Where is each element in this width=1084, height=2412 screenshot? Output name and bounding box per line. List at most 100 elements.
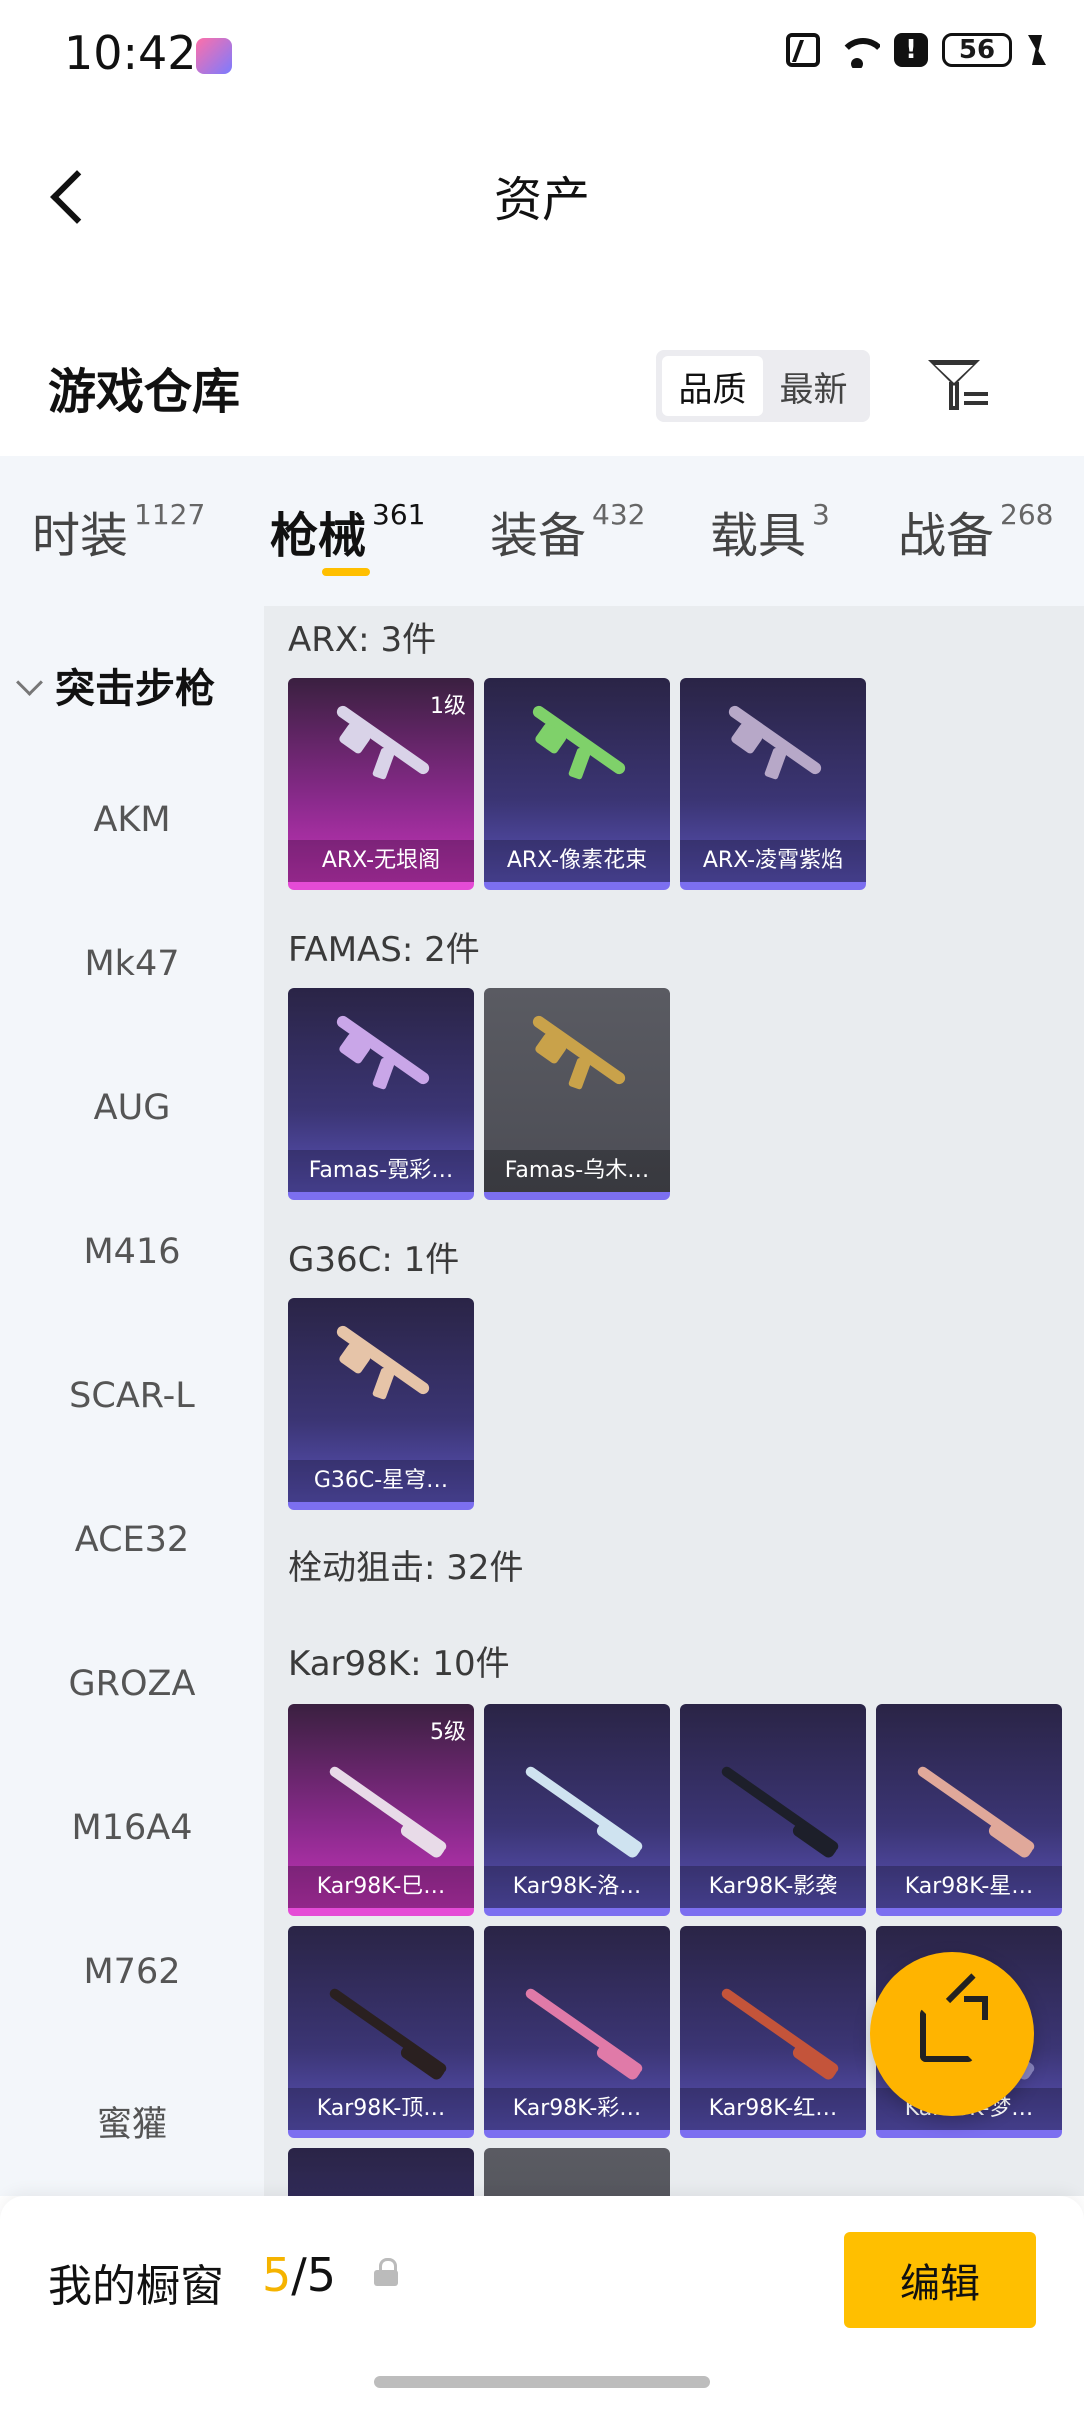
showcase-separator: /	[291, 2248, 307, 2302]
showcase-label: 我的橱窗	[48, 2261, 224, 2312]
showcase-current: 5	[262, 2248, 292, 2302]
status-bar: 10:42 ! 56	[0, 0, 1084, 110]
home-indicator	[374, 2376, 710, 2388]
item-card[interactable]: Famas-乌木…	[484, 988, 670, 1200]
sidebar-item-m762[interactable]: M762	[0, 1952, 264, 1992]
showcase-count: 5/5	[262, 2248, 336, 2302]
share-button[interactable]	[870, 1952, 1034, 2116]
filter-button[interactable]	[924, 354, 994, 420]
tab-label: 时装	[32, 508, 129, 564]
app-notification-icon	[196, 38, 232, 74]
weapon-image	[530, 1013, 628, 1087]
level-badge: 5级	[430, 1720, 466, 1745]
charging-icon	[1026, 33, 1046, 67]
item-name: Kar98K-红…	[680, 2088, 866, 2130]
item-name: Kar98K-影袭	[680, 1866, 866, 1908]
tab-firearms[interactable]: 枪械 361	[270, 496, 425, 566]
tab-count: 3	[812, 498, 830, 531]
item-card[interactable]: ARX-像素花束	[484, 678, 670, 890]
group-label-kar98k: Kar98K: 10件	[288, 1644, 510, 1684]
item-name: ARX-凌霄紫焰	[680, 840, 866, 882]
item-name: Kar98K-彩…	[484, 2088, 670, 2130]
tab-combat-gear[interactable]: 战备 268	[898, 496, 1053, 566]
item-card[interactable]: G36C-星穹…	[288, 1298, 474, 1510]
item-name: Famas-乌木…	[484, 1150, 670, 1192]
weapon-image	[523, 1764, 645, 1854]
item-card[interactable]	[484, 2148, 670, 2196]
tab-count: 268	[1000, 498, 1054, 531]
lock-icon	[374, 2258, 398, 2288]
weapon-image	[726, 703, 824, 777]
weapon-image	[530, 703, 628, 777]
weapon-image	[327, 1986, 449, 2076]
sidebar-item-m16a4[interactable]: M16A4	[0, 1808, 264, 1848]
alert-icon: !	[894, 33, 928, 67]
sidebar-category-label: 突击步枪	[55, 666, 215, 712]
sort-quality[interactable]: 品质	[662, 356, 763, 416]
item-card[interactable]: 1级 ARX-无垠阁	[288, 678, 474, 890]
edit-button[interactable]: 编辑	[844, 2232, 1036, 2328]
battery-indicator: 56	[942, 33, 1012, 67]
item-name: Kar98K-星…	[876, 1866, 1062, 1908]
item-card[interactable]: Kar98K-彩…	[484, 1926, 670, 2138]
sort-latest[interactable]: 最新	[763, 356, 864, 416]
wifi-icon	[834, 32, 880, 68]
item-card[interactable]: Kar98K-顶…	[288, 1926, 474, 2138]
item-card[interactable]: 5级 Kar98K-巳…	[288, 1704, 474, 1916]
item-card[interactable]: Kar98K-洛…	[484, 1704, 670, 1916]
tab-count: 361	[372, 498, 426, 531]
item-card[interactable]: Kar98K-星…	[876, 1704, 1062, 1916]
weapon-image	[719, 1764, 841, 1854]
tab-vehicles[interactable]: 载具 3	[710, 496, 830, 566]
weapon-image	[334, 1323, 432, 1397]
showcase-max: 5	[306, 2248, 337, 2302]
item-name: G36C-星穹…	[288, 1460, 474, 1502]
sidebar-item-ace32[interactable]: ACE32	[0, 1520, 264, 1560]
showcase-bar: 我的橱窗 5/5 编辑	[0, 2196, 1084, 2412]
sidebar-item-mk47[interactable]: Mk47	[0, 944, 264, 984]
sidebar-item-akm[interactable]: AKM	[0, 800, 264, 840]
item-name: Kar98K-巳…	[288, 1866, 474, 1908]
weapon-image	[334, 703, 432, 777]
category-tabs: 时装 1127 枪械 361 装备 432 载具 3 战备 268	[0, 456, 1084, 606]
weapon-image	[523, 1986, 645, 2076]
tab-count: 1127	[134, 498, 206, 531]
weapon-image	[334, 1013, 432, 1087]
tab-count: 432	[592, 498, 646, 531]
sidebar-item-m416[interactable]: M416	[0, 1232, 264, 1272]
item-card[interactable]: Famas-霓彩…	[288, 988, 474, 1200]
group-label-bolt-sniper: 栓动狙击: 32件	[288, 1548, 524, 1588]
sidebar-item-scar-l[interactable]: SCAR-L	[0, 1376, 264, 1416]
status-icons: ! 56	[786, 32, 1046, 68]
status-time: 10:42	[64, 26, 197, 80]
sort-toggle: 品质 最新	[656, 350, 870, 422]
weapon-image	[915, 1764, 1037, 1854]
tab-label: 装备	[490, 508, 587, 564]
active-tab-indicator	[322, 568, 370, 576]
tab-label: 枪械	[270, 508, 367, 564]
page-title: 资产	[493, 172, 590, 228]
nfc-icon	[786, 33, 820, 67]
tab-label: 战备	[898, 508, 995, 564]
weapon-sidebar: 突击步枪 AKM Mk47 AUG M416 SCAR-L ACE32 GROZ…	[0, 606, 264, 2196]
group-label-famas: FAMAS: 2件	[288, 930, 480, 970]
item-name: ARX-像素花束	[484, 840, 670, 882]
item-name: Kar98K-洛…	[484, 1866, 670, 1908]
item-card[interactable]: Kar98K-红…	[680, 1926, 866, 2138]
level-badge: 1级	[430, 694, 466, 719]
weapon-image	[719, 1986, 841, 2076]
sidebar-item-aug[interactable]: AUG	[0, 1088, 264, 1128]
tab-equipment[interactable]: 装备 432	[490, 496, 645, 566]
tab-fashion[interactable]: 时装 1127	[32, 496, 205, 566]
item-name: Kar98K-顶…	[288, 2088, 474, 2130]
section-title: 游戏仓库	[48, 364, 241, 420]
sidebar-item-honey-badger[interactable]: 蜜獾	[0, 2096, 264, 2147]
weapon-image	[327, 1764, 449, 1854]
sidebar-category[interactable]: 突击步枪	[16, 656, 215, 714]
tab-label: 载具	[710, 508, 807, 564]
item-card[interactable]: Kar98K-影袭	[680, 1704, 866, 1916]
item-card[interactable]	[288, 2148, 474, 2196]
sidebar-item-groza[interactable]: GROZA	[0, 1664, 264, 1704]
item-card[interactable]: ARX-凌霄紫焰	[680, 678, 866, 890]
item-name: Famas-霓彩…	[288, 1150, 474, 1192]
